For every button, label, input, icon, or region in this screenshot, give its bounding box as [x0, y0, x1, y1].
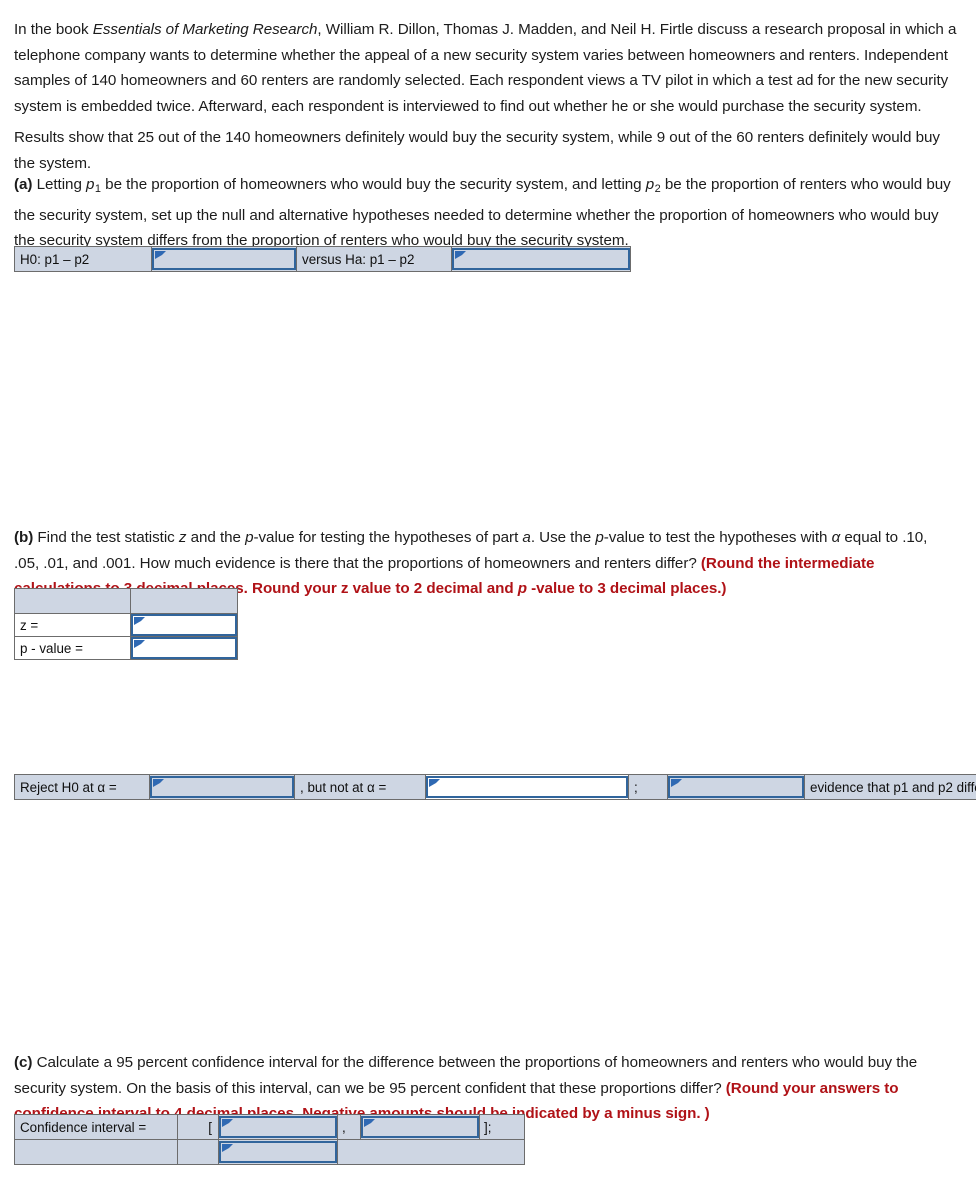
part-b-rounding-note-2: -value to 3 decimal places.) [526, 580, 727, 598]
part-b-seg4: . Use the [530, 529, 596, 547]
part-a-seg2: be the proportion of homeowners who woul… [101, 176, 646, 194]
hypotheses-table: H0: p1 – p2 versus Ha: p1 – p2 [14, 246, 631, 272]
symbol-part-a-ref: a [522, 529, 531, 547]
part-b-seg3: -value for testing the hypotheses of par… [253, 529, 523, 547]
ci-row2-label-spacer [14, 1139, 178, 1165]
alt-hypothesis-answer-cell [451, 246, 631, 272]
table-header-row [14, 588, 239, 614]
reject-evidence-cell [667, 774, 805, 800]
table-row: Confidence interval = [ , ]; [14, 1114, 525, 1140]
symbol-alpha: α [831, 529, 841, 547]
intro-prefix: In the book [14, 21, 93, 39]
zp-header-right [129, 588, 239, 614]
null-hypothesis-answer-cell [151, 246, 297, 272]
p-value-label: p - value = [14, 636, 131, 660]
zp-header-left [14, 588, 131, 614]
part-b-seg2: and the [186, 529, 246, 547]
symbol-p-b: p [595, 529, 604, 547]
table-row: Reject H0 at α = , but not at α = ; evid… [14, 774, 976, 800]
p-value-input[interactable] [130, 637, 237, 659]
part-b-rounding-symbol-p: p [517, 580, 527, 598]
z-label: z = [14, 613, 131, 637]
part-a-label: (a) [14, 176, 33, 194]
table-row: p - value = [14, 636, 239, 660]
reject-semicolon: ; [628, 774, 668, 800]
reject-alpha-1-cell [149, 774, 295, 800]
close-bracket: ]; [479, 1114, 525, 1140]
symbol-p2: p2 [645, 176, 661, 196]
reject-hypothesis-table: Reject H0 at α = , but not at α = ; evid… [14, 774, 976, 800]
ci-comma: , [337, 1114, 361, 1140]
ci-lower-input[interactable] [219, 1116, 337, 1138]
intro-paragraph: In the book Essentials of Marketing Rese… [14, 17, 964, 119]
symbol-p: p [245, 529, 254, 547]
test-statistic-table: z = p - value = [14, 588, 239, 660]
reject-trailing-label: evidence that p1 and p2 differ. [804, 774, 976, 800]
part-b-seg5: -value to test the hypotheses with [603, 529, 832, 547]
reject-middle-label: , but not at α = [294, 774, 426, 800]
book-title: Essentials of Marketing Research [92, 21, 318, 39]
reject-alpha-2-cell [425, 774, 629, 800]
table-row: H0: p1 – p2 versus Ha: p1 – p2 [14, 246, 631, 272]
part-b-label: (b) [14, 529, 34, 547]
ci-row2-trailing-spacer [337, 1139, 525, 1165]
p-value-cell [129, 636, 239, 660]
null-hypothesis-label: H0: p1 – p2 [14, 246, 152, 272]
confidence-interval-table: Confidence interval = [ , ]; [14, 1114, 525, 1165]
part-b-seg1: Find the test statistic [33, 529, 179, 547]
part-a-paragraph: (a) Letting p1 be the proportion of home… [14, 172, 954, 254]
table-row [14, 1139, 525, 1165]
part-a-seg1: Letting [32, 176, 87, 194]
reject-alpha-2-dropdown[interactable] [426, 776, 628, 798]
ci-upper-input[interactable] [361, 1116, 479, 1138]
reject-lead-label: Reject H0 at α = [14, 774, 150, 800]
worksheet-page: In the book Essentials of Marketing Rese… [0, 0, 976, 1190]
results-paragraph: Results show that 25 out of the 140 home… [14, 129, 940, 172]
reject-evidence-dropdown[interactable] [668, 776, 804, 798]
alt-hypothesis-dropdown[interactable] [452, 248, 630, 270]
null-hypothesis-dropdown[interactable] [152, 248, 296, 270]
table-row: z = [14, 613, 239, 637]
ci-row2-bracket-spacer [177, 1139, 219, 1165]
open-bracket: [ [177, 1114, 219, 1140]
ci-extra-cell [218, 1139, 338, 1165]
part-c-label: (c) [14, 1054, 33, 1072]
z-value-cell [129, 613, 239, 637]
reject-alpha-1-dropdown[interactable] [150, 776, 294, 798]
z-value-input[interactable] [130, 614, 237, 636]
ci-extra-dropdown[interactable] [219, 1141, 337, 1163]
alt-hypothesis-label: versus Ha: p1 – p2 [296, 246, 452, 272]
confidence-interval-label: Confidence interval = [14, 1114, 178, 1140]
ci-lower-cell [218, 1114, 338, 1140]
ci-upper-cell [360, 1114, 480, 1140]
symbol-p1: p1 [86, 176, 101, 196]
